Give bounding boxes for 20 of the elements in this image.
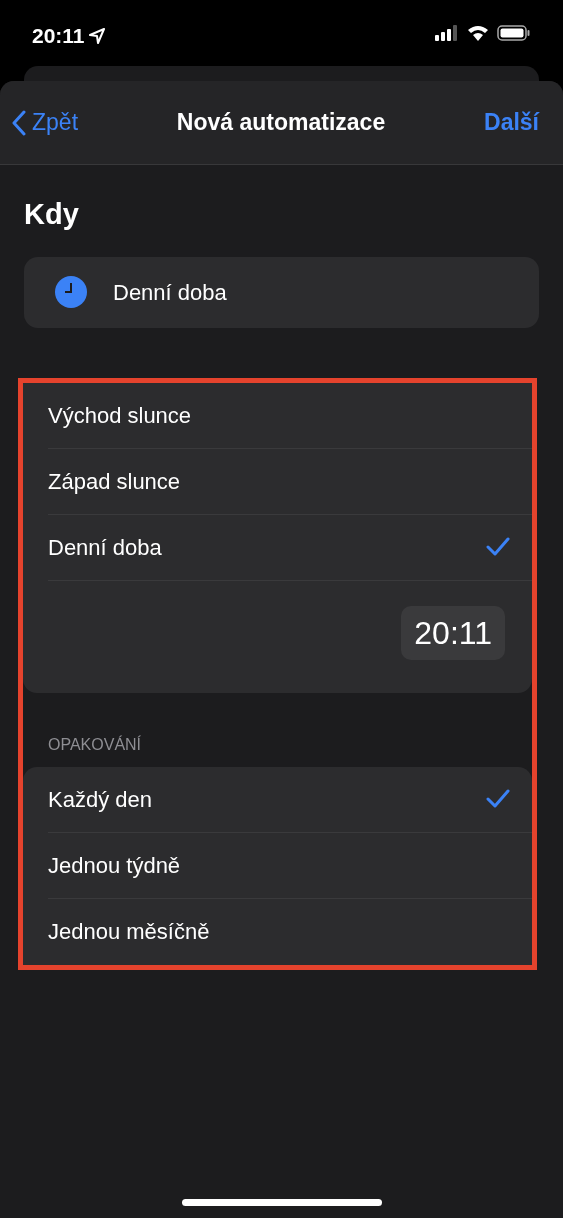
back-button[interactable]: Zpět [12, 105, 79, 140]
signal-icon [435, 25, 459, 41]
chevron-left-icon [12, 109, 26, 136]
option-row[interactable]: Denní doba [48, 514, 532, 581]
option-row[interactable]: Jednou týdně [48, 832, 532, 899]
option-row[interactable]: Každý den [48, 766, 532, 833]
wifi-icon [467, 25, 489, 41]
next-button[interactable]: Další [484, 105, 551, 140]
option-row[interactable]: Západ slunce [48, 448, 532, 515]
option-row[interactable]: Jednou měsíčně [48, 898, 532, 965]
battery-icon [497, 25, 531, 41]
location-arrow-icon [88, 27, 105, 44]
time-picker[interactable]: 20:11 [401, 605, 505, 660]
nav-title: Nová automatizace [176, 108, 386, 138]
status-time: 20:11 [32, 23, 85, 49]
clock-icon [55, 276, 87, 308]
section-heading: Kdy [24, 197, 80, 232]
section-header: OPAKOVÁNÍ [48, 734, 142, 755]
option-row[interactable]: Východ slunce [48, 382, 532, 449]
trigger-card[interactable]: Denní doba [24, 256, 539, 328]
